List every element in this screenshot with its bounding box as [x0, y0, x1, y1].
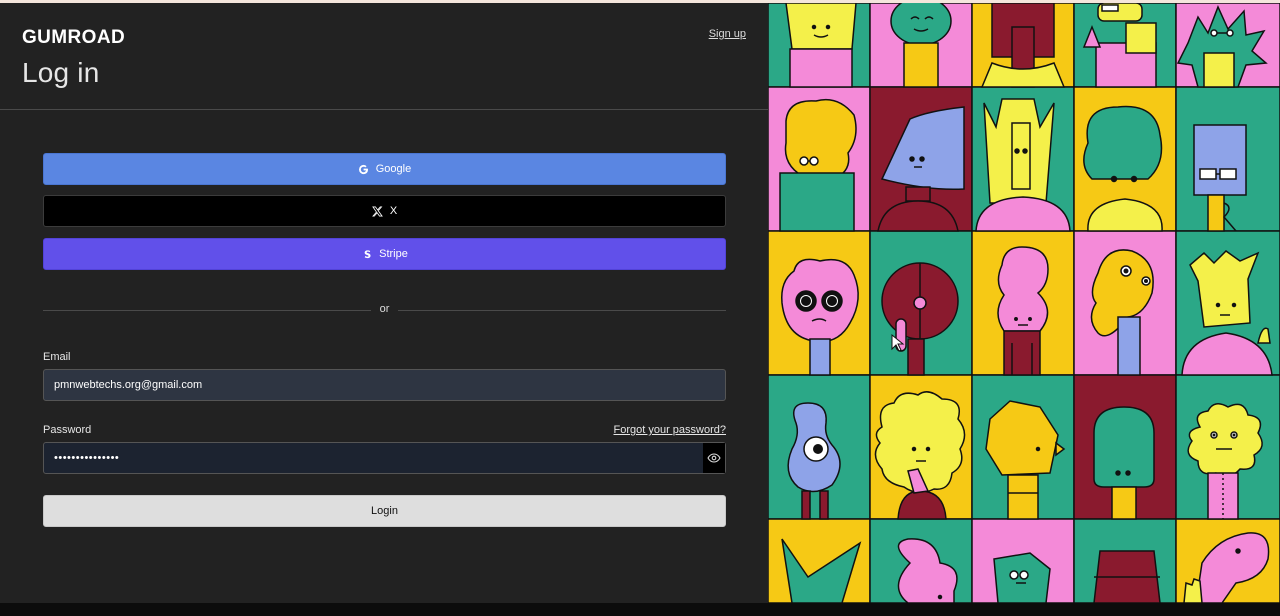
password-value: •••••••••••••••	[54, 452, 120, 464]
login-button[interactable]: Login	[43, 495, 726, 527]
eye-icon[interactable]	[703, 443, 725, 473]
email-value: pmnwebtechs.org@gmail.com	[54, 379, 203, 391]
x-login-label: X	[389, 205, 398, 217]
divider-text: or	[379, 303, 390, 315]
illustration-panel	[768, 3, 1280, 603]
character-illustration	[768, 3, 1280, 603]
google-login-button[interactable]: Google	[43, 153, 726, 185]
bottom-edge	[0, 603, 1280, 616]
stripe-login-label: Stripe	[379, 248, 408, 260]
divider-line-right	[398, 310, 726, 311]
forgot-password-link[interactable]: Forgot your password?	[614, 424, 727, 436]
page-title: Log in	[22, 57, 100, 88]
svg-text:GUMROAD: GUMROAD	[22, 27, 125, 46]
password-field[interactable]: •••••••••••••••	[43, 442, 726, 474]
x-icon	[372, 205, 384, 217]
gumroad-logo[interactable]: GUMROAD	[22, 25, 134, 47]
or-divider: or	[43, 303, 726, 317]
page-header: GUMROAD Log in Sign up	[0, 3, 768, 110]
stripe-icon	[361, 248, 373, 260]
google-icon	[358, 163, 370, 175]
sign-up-link[interactable]: Sign up	[709, 28, 746, 40]
x-login-button[interactable]: X	[43, 195, 726, 227]
stripe-login-button[interactable]: Stripe	[43, 238, 726, 270]
password-label: Password	[43, 424, 92, 436]
login-panel: GUMROAD Log in Sign up Google X Stripe o…	[0, 3, 768, 603]
logo-wordmark: GUMROAD	[22, 27, 125, 46]
email-label: Email	[43, 351, 71, 363]
google-login-label: Google	[375, 163, 412, 175]
email-field[interactable]: pmnwebtechs.org@gmail.com	[43, 369, 726, 401]
